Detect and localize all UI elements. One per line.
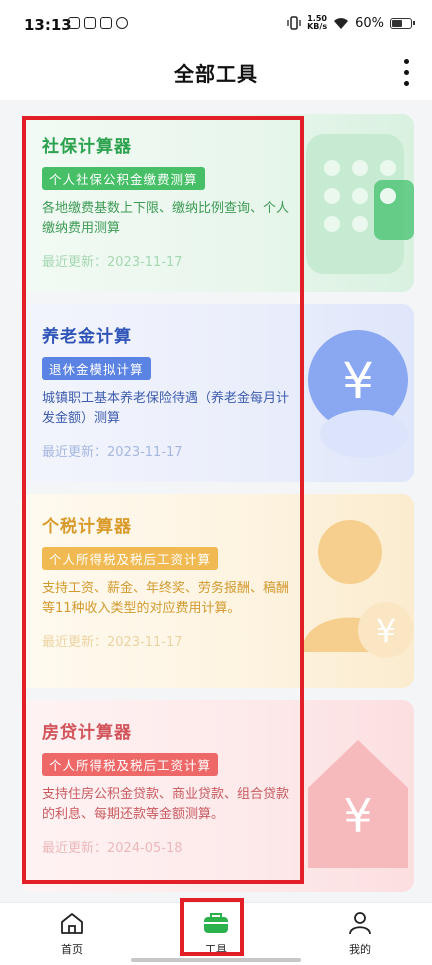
yen-symbol: ¥ <box>343 789 372 843</box>
bottom-navigation: 首页 工具 我的 <box>0 902 432 965</box>
home-icon <box>61 913 83 934</box>
page-title: 全部工具 <box>174 62 258 86</box>
house-yen-icon: ¥ <box>308 740 408 868</box>
tiktok-icon <box>68 17 80 29</box>
nav-home[interactable]: 首页 <box>32 911 112 957</box>
card-description: 支持工资、薪金、年终奖、劳务报酬、稿酬等11种收入类型的对应费用计算。 <box>42 581 290 616</box>
nav-me-label: 我的 <box>349 943 371 956</box>
status-time: 13:13 <box>24 16 72 34</box>
card-title: 个税计算器 <box>42 517 132 537</box>
more-options-button[interactable] <box>398 56 414 90</box>
social-security-calculator-card[interactable]: 社保计算器 个人社保公积金缴费测算 各地缴费基数上下限、缴纳比例查询、个人缴纳费… <box>20 114 414 292</box>
card-updated: 最近更新：2024-05-18 <box>42 841 183 856</box>
battery-icon <box>390 17 415 29</box>
card-updated: 最近更新：2023-11-17 <box>42 445 183 460</box>
card-tag: 退休金模拟计算 <box>42 357 151 380</box>
vibrate-icon <box>287 16 301 30</box>
yen-symbol: ¥ <box>376 612 396 650</box>
nav-tools[interactable]: 工具 <box>176 911 256 957</box>
wifi-icon <box>334 17 349 29</box>
card-description: 各地缴费基数上下限、缴纳比例查询、个人缴纳费用测算 <box>42 201 290 236</box>
pension-calculator-card[interactable]: 养老金计算 退休金模拟计算 城镇职工基本养老保险待遇（养老金每月计发金额）测算 … <box>20 304 414 482</box>
card-title: 养老金计算 <box>42 327 132 347</box>
nav-me[interactable]: 我的 <box>320 911 400 957</box>
notification-icons <box>68 17 128 29</box>
card-tag: 个人所得税及税后工资计算 <box>42 547 219 570</box>
app-icon <box>100 17 112 29</box>
nav-home-label: 首页 <box>61 943 83 956</box>
mortgage-calculator-card[interactable]: 房贷计算器 个人所得税及税后工资计算 支持住房公积金贷款、商业贷款、组合贷款的利… <box>20 700 414 892</box>
card-updated: 最近更新：2023-11-17 <box>42 635 183 650</box>
income-tax-calculator-card[interactable]: 个税计算器 个人所得税及税后工资计算 支持工资、薪金、年终奖、劳务报酬、稿酬等1… <box>20 494 414 688</box>
toolbox-icon <box>204 913 228 933</box>
network-speed: 1.50 KB/s <box>307 14 328 31</box>
nav-tools-label: 工具 <box>205 943 227 956</box>
card-title: 社保计算器 <box>42 137 132 157</box>
calculator-icon <box>306 134 414 274</box>
card-tag: 个人所得税及税后工资计算 <box>42 753 219 776</box>
app-icon <box>116 17 128 29</box>
top-bar: 全部工具 <box>0 48 432 100</box>
card-description: 支持住房公积金贷款、商业贷款、组合贷款的利息、每期还款等金额测算。 <box>42 787 290 822</box>
card-tag: 个人社保公积金缴费测算 <box>42 167 205 190</box>
app-icon <box>84 17 96 29</box>
status-bar: 13:13 1.50 KB/s 60% <box>0 0 432 48</box>
battery-percent: 60% <box>355 15 384 31</box>
yen-symbol: ¥ <box>342 352 374 410</box>
yen-coin-icon: ¥ <box>308 330 408 458</box>
person-icon <box>349 912 371 935</box>
person-tax-icon: ¥ <box>302 520 414 658</box>
status-right: 1.50 KB/s 60% <box>287 14 415 31</box>
card-updated: 最近更新：2023-11-17 <box>42 255 183 270</box>
home-indicator <box>131 958 301 962</box>
card-description: 城镇职工基本养老保险待遇（养老金每月计发金额）测算 <box>42 391 290 426</box>
card-title: 房贷计算器 <box>42 723 132 743</box>
